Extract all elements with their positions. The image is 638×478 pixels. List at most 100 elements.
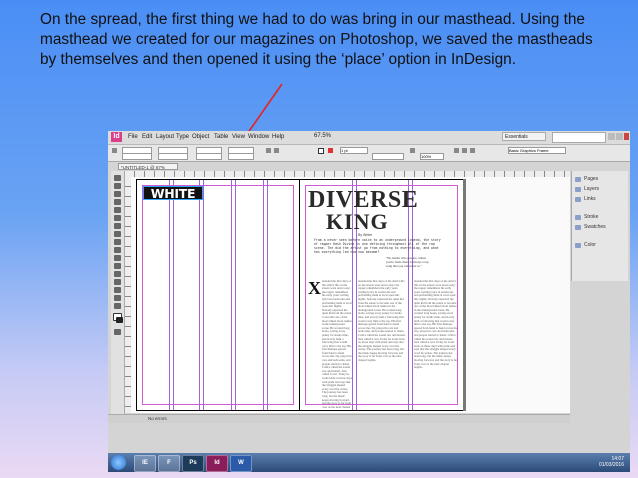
fill-swatch-icon[interactable] (318, 148, 324, 154)
taskbar-app-ie[interactable]: IE (134, 455, 156, 472)
column-guide (203, 180, 204, 410)
taskbar-app-indesign[interactable]: Id (206, 455, 228, 472)
direct-selection-tool-icon[interactable] (114, 183, 121, 189)
stroke-swatch-icon[interactable] (116, 317, 123, 323)
note-tool-icon[interactable] (114, 279, 121, 285)
body-text-column-2[interactable]: xtended the first days of the artist's l… (358, 280, 406, 408)
gradient-tool-icon[interactable] (114, 271, 121, 277)
effects-icon[interactable] (410, 148, 415, 153)
page-tool-icon[interactable] (114, 191, 121, 197)
menu-help[interactable]: Help (272, 134, 284, 140)
column-guide (235, 180, 236, 410)
indesign-screenshot: Id File Edit Layout Type Object Table Vi… (108, 131, 630, 472)
y-position-input[interactable] (122, 153, 152, 160)
menu-type[interactable]: Type (176, 134, 189, 140)
column-guide (169, 180, 170, 410)
line-tool-icon[interactable] (114, 215, 121, 221)
scale-y-input[interactable] (196, 153, 222, 160)
menu-table[interactable]: Table (214, 134, 228, 140)
workspace-switcher[interactable]: Essentials (502, 132, 546, 141)
menu-view[interactable]: View (232, 134, 245, 140)
left-page-margin-guide (142, 185, 294, 405)
shear-input[interactable] (228, 153, 254, 160)
menu-file[interactable]: File (128, 134, 138, 140)
hand-tool-icon[interactable] (114, 295, 121, 301)
windows-taskbar: IE F Ps Id W 14:07 01/03/2016 (108, 453, 630, 472)
clock-date: 01/03/2016 (598, 462, 624, 468)
panel-layers[interactable]: Layers (575, 185, 625, 194)
column-guide (199, 180, 200, 410)
panel-links[interactable]: Links (575, 195, 625, 204)
article-title-line2[interactable]: KING (326, 211, 436, 233)
swatches-icon (575, 225, 581, 230)
slide-caption: On the spread, the first thing we had to… (40, 11, 593, 68)
fitting-content-icon[interactable] (454, 148, 459, 153)
stroke-swatch-icon[interactable] (328, 148, 333, 153)
close-icon[interactable] (624, 133, 629, 140)
taskbar-app-explorer[interactable]: F (158, 455, 180, 472)
preflight-status[interactable]: No errors (148, 415, 167, 423)
taskbar-app-photoshop[interactable]: Ps (182, 455, 204, 472)
type-tool-icon[interactable] (114, 207, 121, 213)
select-container-icon[interactable] (274, 148, 279, 153)
panel-color[interactable]: Color (575, 241, 625, 250)
taskbar-app-word[interactable]: W (230, 455, 252, 472)
pen-tool-icon[interactable] (114, 223, 121, 229)
indesign-logo-icon: Id (111, 132, 122, 142)
selection-tool-icon[interactable] (114, 175, 121, 181)
panel-pages[interactable]: Pages (575, 175, 625, 184)
article-intro-text[interactable]: From a never seen before voice to an und… (314, 238, 446, 258)
column-guide (267, 180, 268, 410)
stroke-icon (575, 215, 581, 220)
menu-layout[interactable]: Layout (156, 134, 174, 140)
pull-quote[interactable]: "No matter who you are, where you're fro… (386, 256, 432, 280)
flip-icon[interactable] (266, 148, 271, 153)
panel-swatches[interactable]: Swatches (575, 223, 625, 232)
menu-window[interactable]: Window (248, 134, 269, 140)
menu-object[interactable]: Object (192, 134, 209, 140)
pages-icon (575, 177, 581, 182)
masthead-graphic[interactable]: WHITE (143, 186, 203, 200)
article-byline[interactable]: By Writer (358, 233, 372, 237)
links-icon (575, 197, 581, 202)
fitting-frame-icon[interactable] (462, 148, 467, 153)
height-input[interactable] (158, 153, 188, 160)
panel-stroke[interactable]: Stroke (575, 213, 625, 222)
menu-edit[interactable]: Edit (142, 134, 152, 140)
pencil-tool-icon[interactable] (114, 231, 121, 237)
minimize-icon[interactable] (608, 133, 615, 140)
layers-icon (575, 187, 581, 192)
menu-bar: Id File Edit Layout Type Object Table Vi… (108, 131, 630, 145)
gap-tool-icon[interactable] (114, 199, 121, 205)
view-mode-icon[interactable] (114, 329, 121, 335)
document-tab[interactable]: *UNTITLED-1 @ 67% (118, 163, 178, 170)
body-text-column-3[interactable]: xtended the first days of the artist's l… (414, 280, 458, 408)
zoom-tool-icon[interactable] (114, 303, 121, 309)
help-search-input[interactable] (552, 132, 606, 143)
stroke-type-select[interactable] (372, 153, 404, 160)
right-page[interactable]: DIVERSE KING By Writer From a never seen… (299, 179, 464, 411)
body-text-column-1[interactable]: xtended the first days of the artist's l… (322, 280, 352, 408)
stroke-weight-input[interactable]: 1 pt (340, 147, 368, 154)
object-style-select[interactable]: Basic Graphics Frame (508, 147, 566, 154)
column-guide (173, 180, 174, 410)
system-clock[interactable]: 14:07 01/03/2016 (584, 456, 624, 468)
panel-dock: Pages Layers Links Stroke Swatches Color (571, 171, 628, 281)
color-icon (575, 243, 581, 248)
center-content-icon[interactable] (470, 148, 475, 153)
column-guide (263, 180, 264, 410)
free-transform-tool-icon[interactable] (114, 263, 121, 269)
left-page[interactable]: WHITE (136, 179, 300, 411)
maximize-icon[interactable] (616, 133, 623, 140)
start-button[interactable] (111, 455, 126, 470)
reference-point-icon[interactable] (112, 148, 117, 153)
rectangle-tool-icon[interactable] (114, 247, 121, 253)
rectangle-frame-tool-icon[interactable] (114, 239, 121, 245)
zoom-level[interactable]: 67.5% (314, 133, 331, 139)
eyedropper-tool-icon[interactable] (114, 287, 121, 293)
scissors-tool-icon[interactable] (114, 255, 121, 261)
drop-cap[interactable]: X (308, 279, 321, 297)
status-bar: No errors (108, 414, 570, 423)
column-guide (231, 180, 232, 410)
opacity-input[interactable]: 100% (420, 153, 444, 160)
